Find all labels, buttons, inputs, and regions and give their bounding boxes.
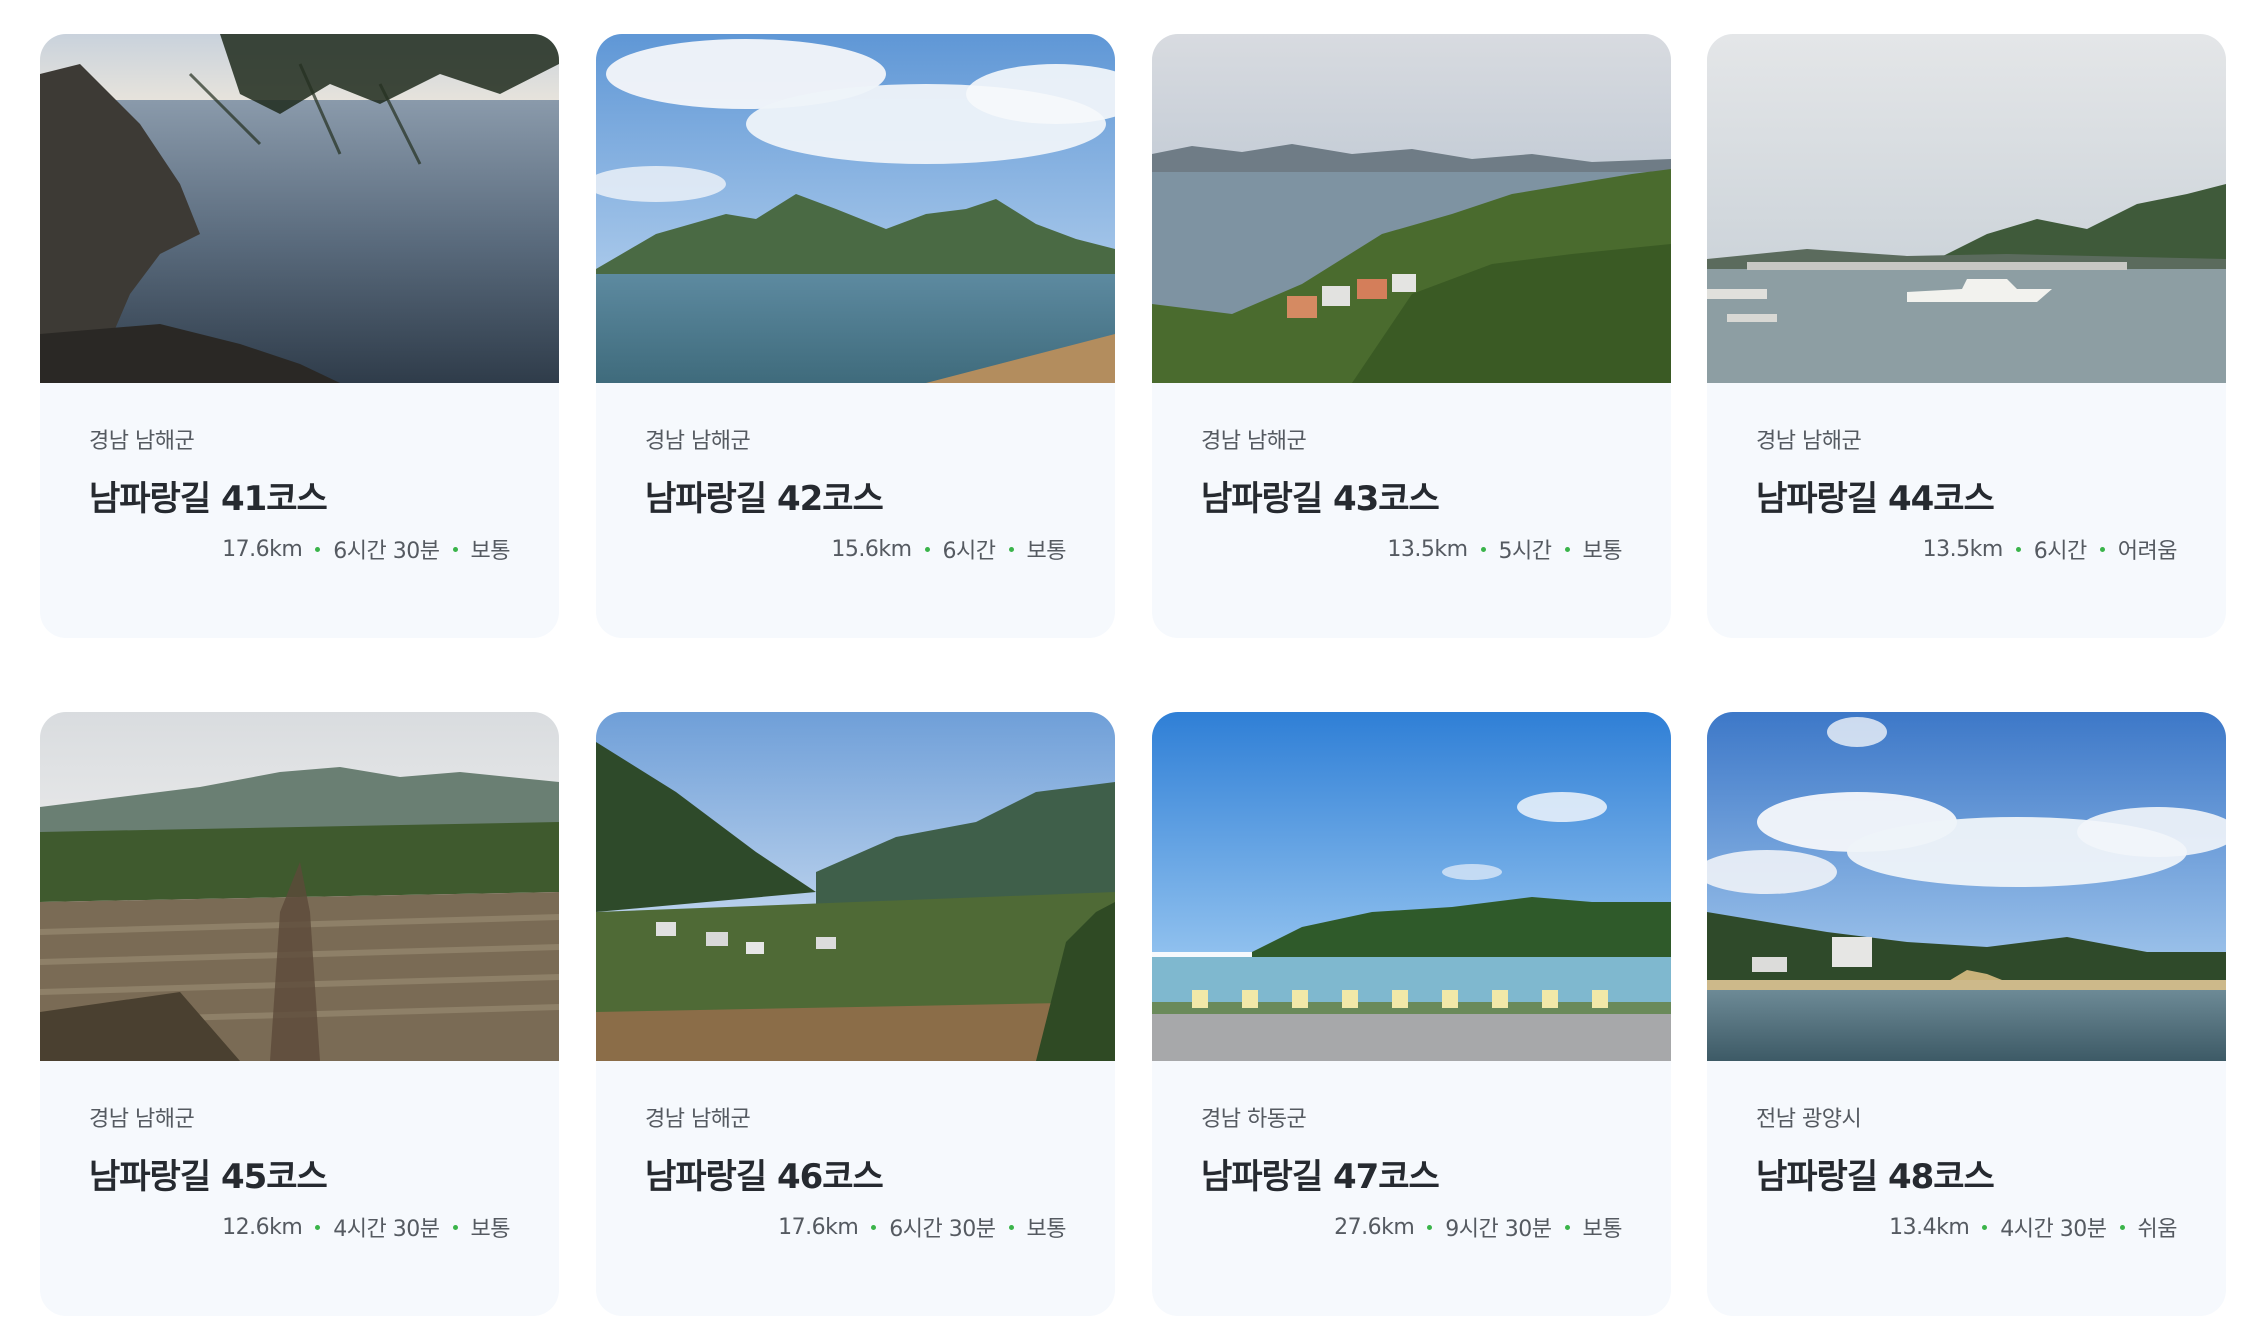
course-duration: 6시간 30분 xyxy=(333,539,440,564)
course-meta: 17.6km 6시간 30분 보통 xyxy=(778,1211,1066,1243)
separator-dot-icon xyxy=(1008,1224,1014,1230)
course-card[interactable]: 경남 남해군 남파랑길 43코스 13.5km 5시간 보통 xyxy=(1152,34,1671,638)
course-info: 경남 남해군 남파랑길 43코스 13.5km 5시간 보통 xyxy=(1152,383,1671,638)
course-region: 경남 남해군 xyxy=(89,1107,195,1132)
course-card[interactable]: 경남 남해군 남파랑길 42코스 15.6km 6시간 보통 xyxy=(596,34,1115,638)
course-duration: 5시간 xyxy=(1498,539,1552,564)
course-region: 경남 남해군 xyxy=(645,1107,751,1132)
course-difficulty: 보통 xyxy=(1026,1217,1067,1242)
separator-dot-icon xyxy=(924,546,930,552)
course-duration: 4시간 30분 xyxy=(333,1217,440,1242)
course-distance: 13.4km xyxy=(1889,1214,1970,1240)
course-photo[interactable] xyxy=(1707,34,2226,383)
course-duration: 6시간 xyxy=(2033,539,2087,564)
course-title[interactable]: 남파랑길 41코스 xyxy=(89,471,328,520)
course-photo[interactable] xyxy=(40,712,559,1061)
separator-dot-icon xyxy=(871,1224,877,1230)
course-info: 경남 남해군 남파랑길 46코스 17.6km 6시간 30분 보통 xyxy=(596,1061,1115,1316)
course-region: 경남 남해군 xyxy=(89,429,195,454)
separator-dot-icon xyxy=(452,1224,458,1230)
course-photo[interactable] xyxy=(596,712,1115,1061)
course-duration: 6시간 30분 xyxy=(889,1217,996,1242)
course-difficulty: 보통 xyxy=(1026,539,1067,564)
course-difficulty: 보통 xyxy=(1582,539,1623,564)
course-photo[interactable] xyxy=(1152,34,1671,383)
course-distance: 13.5km xyxy=(1922,536,2004,562)
course-card[interactable]: 경남 남해군 남파랑길 41코스 17.6km 6시간 30분 보통 xyxy=(40,34,559,638)
course-distance: 27.6km xyxy=(1334,1214,1415,1240)
course-info: 경남 남해군 남파랑길 44코스 13.5km 6시간 어려움 xyxy=(1707,383,2226,638)
course-region: 전남 광양시 xyxy=(1756,1107,1862,1132)
course-title[interactable]: 남파랑길 47코스 xyxy=(1201,1149,1440,1198)
course-photo[interactable] xyxy=(1152,712,1671,1061)
course-info: 경남 남해군 남파랑길 42코스 15.6km 6시간 보통 xyxy=(596,383,1115,638)
course-duration: 6시간 xyxy=(942,539,996,564)
separator-dot-icon xyxy=(1480,546,1486,552)
course-difficulty: 보통 xyxy=(470,1217,511,1242)
course-card[interactable]: 전남 광양시 남파랑길 48코스 13.4km 4시간 30분 쉬움 xyxy=(1707,712,2226,1316)
course-difficulty: 보통 xyxy=(1582,1217,1623,1242)
course-region: 경남 남해군 xyxy=(645,429,751,454)
course-photo[interactable] xyxy=(596,34,1115,383)
course-distance: 17.6km xyxy=(222,536,303,562)
course-info: 경남 남해군 남파랑길 45코스 12.6km 4시간 30분 보통 xyxy=(40,1061,559,1316)
course-title[interactable]: 남파랑길 43코스 xyxy=(1201,471,1440,520)
course-meta: 13.5km 6시간 어려움 xyxy=(1922,533,2178,565)
course-title[interactable]: 남파랑길 44코스 xyxy=(1756,471,1995,520)
separator-dot-icon xyxy=(315,1224,321,1230)
course-info: 전남 광양시 남파랑길 48코스 13.4km 4시간 30분 쉬움 xyxy=(1707,1061,2226,1316)
course-card[interactable]: 경남 남해군 남파랑길 45코스 12.6km 4시간 30분 보통 xyxy=(40,712,559,1316)
course-meta: 17.6km 6시간 30분 보통 xyxy=(222,533,510,565)
course-card[interactable]: 경남 하동군 남파랑길 47코스 27.6km 9시간 30분 보통 xyxy=(1152,712,1671,1316)
course-distance: 17.6km xyxy=(778,1214,859,1240)
course-meta: 12.6km 4시간 30분 보통 xyxy=(222,1211,510,1243)
separator-dot-icon xyxy=(1008,546,1014,552)
course-distance: 13.5km xyxy=(1387,536,1468,562)
course-info: 경남 하동군 남파랑길 47코스 27.6km 9시간 30분 보통 xyxy=(1152,1061,1671,1316)
separator-dot-icon xyxy=(1564,1224,1570,1230)
course-meta: 27.6km 9시간 30분 보통 xyxy=(1334,1211,1622,1243)
course-region: 경남 남해군 xyxy=(1756,429,1862,454)
course-distance: 15.6km xyxy=(831,536,912,562)
course-title[interactable]: 남파랑길 46코스 xyxy=(645,1149,884,1198)
course-title[interactable]: 남파랑길 42코스 xyxy=(645,471,884,520)
course-card[interactable]: 경남 남해군 남파랑길 44코스 13.5km 6시간 어려움 xyxy=(1707,34,2226,638)
separator-dot-icon xyxy=(1427,1224,1433,1230)
course-difficulty: 보통 xyxy=(470,539,511,564)
course-photo[interactable] xyxy=(1707,712,2226,1061)
course-photo[interactable] xyxy=(40,34,559,383)
course-meta: 13.4km 4시간 30분 쉬움 xyxy=(1889,1211,2177,1243)
course-duration: 9시간 30분 xyxy=(1445,1217,1552,1242)
separator-dot-icon xyxy=(2099,546,2105,552)
course-difficulty: 쉬움 xyxy=(2137,1217,2178,1242)
course-duration: 4시간 30분 xyxy=(2000,1217,2107,1242)
separator-dot-icon xyxy=(1982,1224,1988,1230)
course-meta: 15.6km 6시간 보통 xyxy=(831,533,1066,565)
course-info: 경남 남해군 남파랑길 41코스 17.6km 6시간 30분 보통 xyxy=(40,383,559,638)
course-card[interactable]: 경남 남해군 남파랑길 46코스 17.6km 6시간 30분 보통 xyxy=(596,712,1115,1316)
separator-dot-icon xyxy=(2015,546,2021,552)
course-difficulty: 어려움 xyxy=(2117,539,2178,564)
course-title[interactable]: 남파랑길 48코스 xyxy=(1756,1149,1995,1198)
course-title[interactable]: 남파랑길 45코스 xyxy=(89,1149,328,1198)
separator-dot-icon xyxy=(1564,546,1570,552)
course-distance: 12.6km xyxy=(222,1214,303,1240)
course-region: 경남 남해군 xyxy=(1201,429,1307,454)
separator-dot-icon xyxy=(2119,1224,2125,1230)
separator-dot-icon xyxy=(315,546,321,552)
course-region: 경남 하동군 xyxy=(1201,1107,1307,1132)
separator-dot-icon xyxy=(452,546,458,552)
course-meta: 13.5km 5시간 보통 xyxy=(1387,533,1622,565)
course-grid: 경남 남해군 남파랑길 41코스 17.6km 6시간 30분 보통 경남 남해… xyxy=(0,0,2264,1334)
